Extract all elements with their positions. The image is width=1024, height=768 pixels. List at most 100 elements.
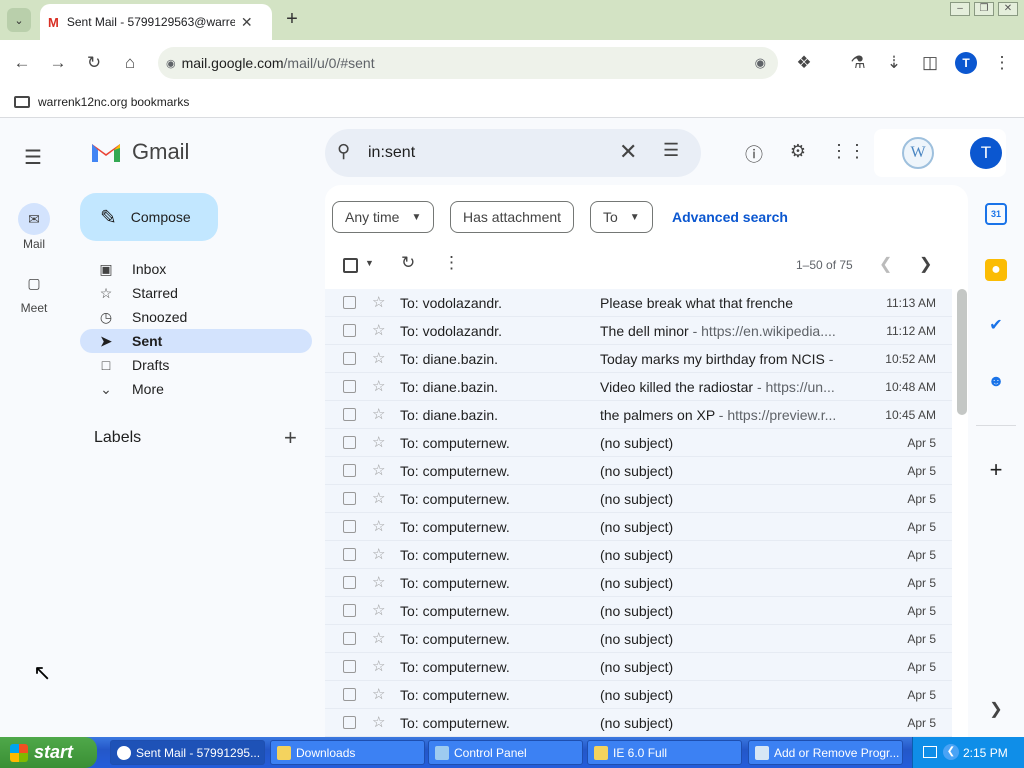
star-icon[interactable]: ☆	[372, 405, 385, 423]
nav-drafts[interactable]: □ Drafts	[80, 353, 312, 377]
site-info-icon[interactable]: ◉	[166, 57, 176, 70]
gmail-logo[interactable]: Gmail	[90, 139, 189, 165]
profile-avatar[interactable]: T	[955, 52, 977, 74]
select-all-checkbox[interactable]	[343, 258, 358, 273]
message-row[interactable]: ☆ To: computernew. (no subject) Apr 5	[325, 429, 952, 457]
advanced-search-link[interactable]: Advanced search	[672, 209, 788, 225]
minimize-button[interactable]: –	[950, 2, 970, 16]
row-checkbox[interactable]	[343, 660, 356, 673]
message-row[interactable]: ☆ To: computernew. (no subject) Apr 5	[325, 709, 952, 737]
search-options-icon[interactable]: ☰	[663, 140, 679, 161]
nav-snoozed[interactable]: ◷ Snoozed	[80, 305, 312, 329]
row-checkbox[interactable]	[343, 520, 356, 533]
star-icon[interactable]: ☆	[372, 601, 385, 619]
message-row[interactable]: ☆ To: diane.bazin. the palmers on XP - htt…	[325, 401, 952, 429]
kebab-menu-icon[interactable]: ⋮	[989, 50, 1015, 76]
taskbar-item-add-remove[interactable]: Add or Remove Progr...	[748, 740, 903, 765]
back-button[interactable]: ←	[9, 50, 35, 76]
star-icon[interactable]: ☆	[372, 629, 385, 647]
tasks-icon[interactable]: ✔	[985, 315, 1007, 337]
star-icon[interactable]: ☆	[372, 517, 385, 535]
search-icon[interactable]: ⚲	[337, 141, 350, 162]
row-checkbox[interactable]	[343, 716, 356, 729]
contacts-icon[interactable]: ☻	[985, 371, 1007, 393]
restore-button[interactable]: ❐	[974, 2, 994, 16]
star-icon[interactable]: ☆	[372, 293, 385, 311]
filter-has-attachment[interactable]: Has attachment	[450, 201, 575, 233]
row-checkbox[interactable]	[343, 408, 356, 421]
tray-arrow-icon[interactable]: ❮	[943, 744, 959, 760]
help-icon[interactable]: ⓘ	[742, 141, 766, 167]
star-icon[interactable]: ☆	[372, 349, 385, 367]
filter-to[interactable]: To ▼	[590, 201, 653, 233]
gear-icon[interactable]: ⚙	[786, 141, 810, 162]
row-checkbox[interactable]	[343, 324, 356, 337]
side-panel-icon[interactable]: ◫	[917, 50, 943, 76]
close-tab-icon[interactable]: ✕	[241, 14, 253, 31]
close-window-button[interactable]: ✕	[998, 2, 1018, 16]
rail-item-mail[interactable]: ✉ Mail	[0, 203, 68, 251]
message-row[interactable]: ☆ To: computernew. (no subject) Apr 5	[325, 541, 952, 569]
star-icon[interactable]: ☆	[372, 573, 385, 591]
scrollbar[interactable]	[957, 289, 967, 415]
compose-button[interactable]: ✎ Compose	[80, 193, 218, 241]
add-label-button[interactable]: +	[284, 425, 297, 451]
forward-button[interactable]: →	[45, 50, 71, 76]
taskbar-item-control-panel[interactable]: Control Panel	[428, 740, 583, 765]
row-checkbox[interactable]	[343, 464, 356, 477]
star-icon[interactable]: ☆	[372, 377, 385, 395]
expand-panel-icon[interactable]: ❯	[985, 699, 1007, 721]
row-checkbox[interactable]	[343, 352, 356, 365]
apps-grid-icon[interactable]: ⋮⋮⋮	[830, 141, 884, 162]
message-row[interactable]: ☆ To: computernew. (no subject) Apr 5	[325, 625, 952, 653]
select-caret-icon[interactable]: ▼	[365, 258, 374, 268]
prev-page-icon[interactable]: ❮	[879, 254, 892, 274]
tab-search-button[interactable]: ⌄	[7, 8, 31, 32]
search-input[interactable]: in:sent	[368, 144, 415, 162]
row-checkbox[interactable]	[343, 632, 356, 645]
reload-button[interactable]: ↻	[81, 50, 107, 76]
bookmark-folder[interactable]: warrenk12nc.org bookmarks	[38, 95, 189, 109]
row-checkbox[interactable]	[343, 296, 356, 309]
search-bar[interactable]: ⚲ in:sent ✕ ☰	[325, 129, 701, 177]
message-row[interactable]: ☆ To: computernew. (no subject) Apr 5	[325, 681, 952, 709]
message-row[interactable]: ☆ To: computernew. (no subject) Apr 5	[325, 569, 952, 597]
nav-sent[interactable]: ➤ Sent	[80, 329, 312, 353]
refresh-icon[interactable]: ↻	[401, 253, 415, 273]
row-checkbox[interactable]	[343, 604, 356, 617]
next-page-icon[interactable]: ❯	[919, 254, 932, 274]
taskbar-item-ie6[interactable]: IE 6.0 Full	[587, 740, 742, 765]
message-row[interactable]: ☆ To: vodolazandr. The dell minor - https:…	[325, 317, 952, 345]
row-checkbox[interactable]	[343, 576, 356, 589]
star-icon[interactable]: ☆	[372, 713, 385, 731]
row-checkbox[interactable]	[343, 436, 356, 449]
keyboard-icon[interactable]	[923, 746, 937, 758]
add-addon-icon[interactable]: +	[985, 459, 1007, 481]
message-row[interactable]: ☆ To: diane.bazin. Video killed the radios…	[325, 373, 952, 401]
row-checkbox[interactable]	[343, 492, 356, 505]
browser-tab[interactable]: M Sent Mail - 5799129563@warrenk12nc.org…	[40, 4, 272, 40]
message-row[interactable]: ☆ To: computernew. (no subject) Apr 5	[325, 653, 952, 681]
star-icon[interactable]: ☆	[372, 461, 385, 479]
star-icon[interactable]: ☆	[372, 433, 385, 451]
filter-any-time[interactable]: Any time ▼	[332, 201, 435, 233]
row-checkbox[interactable]	[343, 548, 356, 561]
start-button[interactable]: start	[0, 737, 97, 768]
avatar[interactable]: T	[970, 137, 1002, 169]
star-icon[interactable]: ☆	[372, 489, 385, 507]
new-tab-button[interactable]: +	[281, 9, 303, 31]
star-icon[interactable]: ☆	[372, 321, 385, 339]
address-bar[interactable]: ◉ mail.google.com/mail/u/0/#sent ◉	[158, 47, 778, 79]
row-checkbox[interactable]	[343, 380, 356, 393]
calendar-icon[interactable]: 31	[985, 203, 1007, 225]
message-row[interactable]: ☆ To: computernew. (no subject) Apr 5	[325, 597, 952, 625]
nav-inbox[interactable]: ▣ Inbox	[80, 257, 312, 281]
home-button[interactable]: ⌂	[117, 50, 143, 76]
nav-more[interactable]: ⌄ More	[80, 377, 312, 401]
star-icon[interactable]: ☆	[372, 657, 385, 675]
more-actions-icon[interactable]: ⋮	[443, 253, 460, 273]
extensions-icon[interactable]: ❖	[791, 50, 817, 76]
nav-starred[interactable]: ☆ Starred	[80, 281, 312, 305]
message-row[interactable]: ☆ To: computernew. (no subject) Apr 5	[325, 513, 952, 541]
clear-search-icon[interactable]: ✕	[619, 139, 637, 165]
